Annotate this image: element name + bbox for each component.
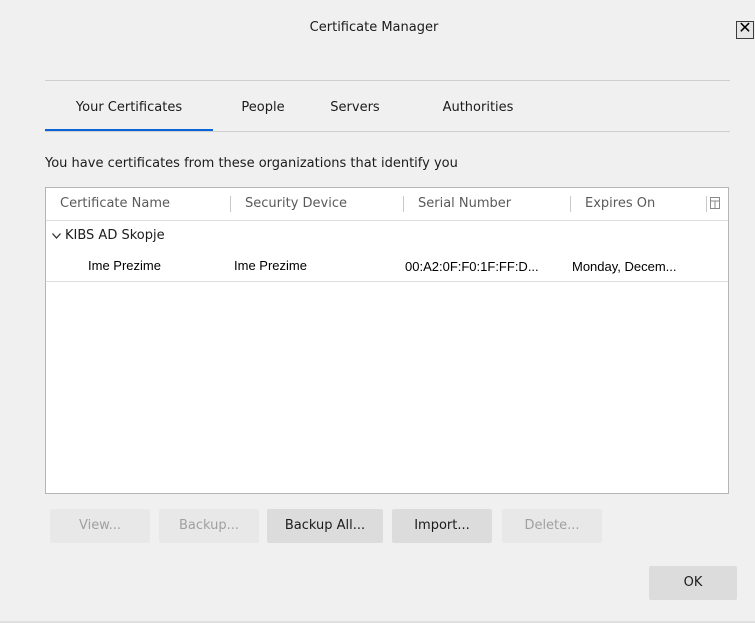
column-picker-icon[interactable] (710, 197, 724, 211)
ok-button[interactable]: OK (649, 566, 737, 600)
view-button[interactable]: View... (50, 509, 150, 543)
delete-button[interactable]: Delete... (502, 509, 602, 543)
certificates-table[interactable]: Certificate Name Security Device Serial … (45, 187, 729, 494)
column-header-security-device[interactable]: Security Device (231, 188, 403, 220)
tab-people[interactable]: People (223, 87, 303, 129)
title-bar: Certificate Manager ✕ (0, 0, 755, 62)
intro-text: You have certificates from these organiz… (45, 156, 458, 171)
column-header-certificate-name[interactable]: Certificate Name (46, 188, 230, 220)
table-header: Certificate Name Security Device Serial … (46, 188, 728, 221)
cell-certificate-name: Ime Prezime (84, 256, 204, 278)
close-icon: ✕ (738, 20, 752, 37)
import-button[interactable]: Import... (392, 509, 492, 543)
tab-your-certificates[interactable]: Your Certificates (45, 87, 213, 132)
chevron-down-icon[interactable] (52, 231, 62, 242)
tab-bar: Your Certificates People Servers Authori… (45, 87, 730, 132)
table-row[interactable]: Ime Prezime Ime Prezime 00:A2:0F:F0:1F:F… (46, 253, 728, 282)
cell-security-device: Ime Prezime (230, 256, 368, 278)
tree-group-kibs[interactable]: KIBS AD Skopje (52, 228, 165, 243)
divider-top (45, 80, 730, 81)
window-title: Certificate Manager (309, 20, 439, 35)
close-button[interactable]: ✕ (736, 21, 754, 39)
column-separator[interactable] (706, 196, 707, 212)
cell-serial-number: 00:A2:0F:F0:1F:FF:D... (405, 259, 539, 274)
tab-servers[interactable]: Servers (315, 87, 395, 129)
divider-tabs (45, 131, 730, 132)
column-header-expires-on[interactable]: Expires On (571, 188, 706, 220)
column-header-serial-number[interactable]: Serial Number (404, 188, 570, 220)
group-label: KIBS AD Skopje (65, 228, 165, 243)
tab-authorities[interactable]: Authorities (423, 87, 533, 129)
backup-all-button[interactable]: Backup All... (267, 509, 383, 543)
cell-expires-on: Monday, Decem... (572, 259, 677, 274)
backup-button[interactable]: Backup... (159, 509, 259, 543)
